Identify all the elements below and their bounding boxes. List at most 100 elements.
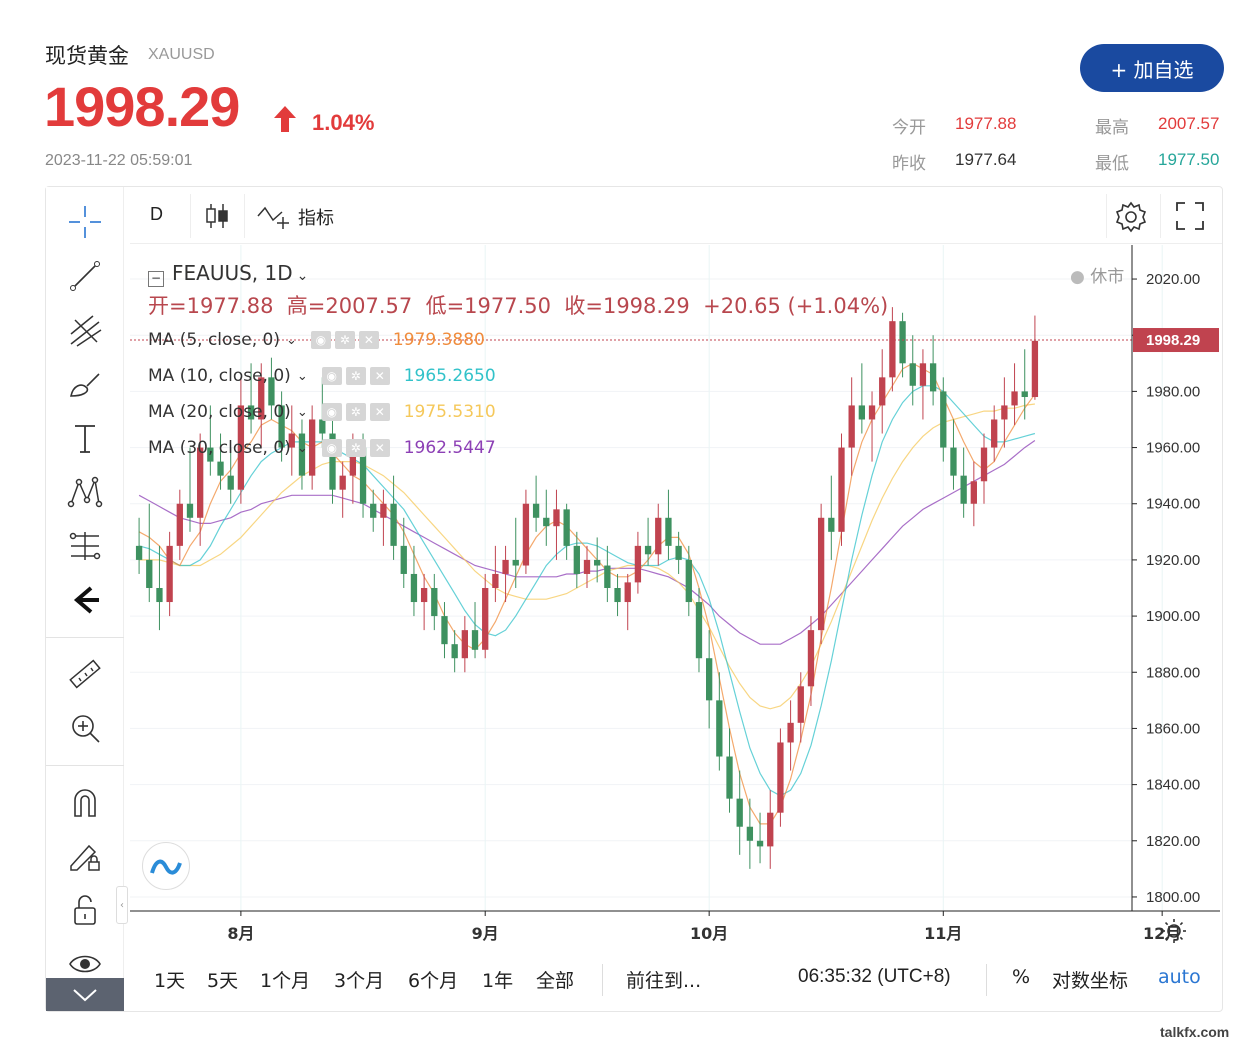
- ma-legend-row[interactable]: MA (20, close, 0) ⌄ ◉ ✲ ✕ 1975.5310: [148, 399, 496, 425]
- candle-body: [135, 545, 143, 560]
- price-tick-label: 1920.00: [1146, 552, 1200, 569]
- eye-icon[interactable]: ◉: [321, 439, 342, 457]
- candle-body: [909, 363, 916, 386]
- close-icon[interactable]: ✕: [369, 439, 390, 457]
- pattern-icon[interactable]: [64, 471, 106, 513]
- close-icon[interactable]: ✕: [369, 403, 390, 421]
- candle-body: [380, 503, 387, 518]
- candle-body: [522, 503, 530, 566]
- unlock-icon[interactable]: [64, 889, 106, 931]
- collapse-toolbar-handle[interactable]: ‹: [116, 886, 128, 924]
- candle-body: [767, 812, 774, 847]
- crosshair-icon[interactable]: [64, 201, 106, 243]
- candle-body: [624, 582, 631, 603]
- candle-body: [573, 545, 580, 574]
- text-tool-icon[interactable]: [64, 417, 106, 459]
- range-5d[interactable]: 5天: [207, 966, 238, 993]
- chevron-down-icon[interactable]: ⌄: [286, 333, 297, 348]
- close-icon[interactable]: ✕: [369, 367, 390, 385]
- price-tick-label: 1900.00: [1146, 608, 1200, 625]
- up-arrow-icon: [274, 106, 296, 132]
- chevron-down-icon[interactable]: ⌄: [297, 268, 309, 284]
- time-tick-label: 10月: [690, 924, 728, 943]
- candle-body: [502, 559, 509, 574]
- candle-body: [644, 545, 652, 555]
- chevron-down-icon[interactable]: ⌄: [297, 369, 308, 384]
- zoom-in-icon[interactable]: [64, 707, 106, 749]
- ma-legend-row[interactable]: MA (30, close, 0) ⌄ ◉ ✲ ✕ 1962.5447: [148, 435, 496, 461]
- chevron-down-icon[interactable]: ⌄: [297, 405, 308, 420]
- range-3m[interactable]: 3个月: [334, 966, 384, 993]
- ma-label: MA (30, close, 0): [148, 438, 291, 458]
- lock-drawing-icon[interactable]: [64, 835, 106, 877]
- settings-gear-icon[interactable]: [1114, 200, 1148, 234]
- market-status-text: 休市: [1090, 267, 1125, 287]
- price-tick-label: 1960.00: [1146, 440, 1200, 457]
- candle-body: [858, 405, 866, 420]
- brush-icon[interactable]: [64, 363, 106, 405]
- auto-scale-button[interactable]: auto: [1158, 966, 1201, 988]
- bottom-toolbar: 1天 5天 1个月 3个月 6个月 1年 全部 前往到... 06:35:32 …: [130, 952, 1222, 1008]
- time-tick-label: 11月: [924, 924, 962, 943]
- candle-body: [756, 840, 764, 847]
- eye-icon[interactable]: ◉: [310, 331, 331, 349]
- candle-body: [950, 447, 957, 476]
- candle-body: [970, 481, 977, 504]
- gear-icon[interactable]: ✲: [334, 331, 355, 349]
- pitchfork-icon[interactable]: [64, 309, 106, 351]
- price-tick-label: 1860.00: [1146, 720, 1200, 737]
- candle-body: [451, 644, 458, 659]
- candle-body: [543, 517, 550, 527]
- percent-scale-button[interactable]: %: [1012, 966, 1030, 988]
- ruler-icon[interactable]: [64, 653, 106, 695]
- collapse-legend-icon[interactable]: −: [148, 271, 164, 287]
- ma-legend-row[interactable]: MA (5, close, 0) ⌄ ◉ ✲ ✕ 1979.3880: [148, 327, 485, 353]
- ma-label: MA (5, close, 0): [148, 330, 280, 350]
- eye-icon[interactable]: ◉: [321, 403, 342, 421]
- back-arrow-icon[interactable]: [64, 579, 106, 621]
- range-all[interactable]: 全部: [536, 966, 574, 993]
- prev-close-label: 昨收: [892, 154, 926, 174]
- interval-button[interactable]: D: [150, 204, 163, 225]
- candle-body: [512, 559, 519, 566]
- ma-label: MA (20, close, 0): [148, 402, 291, 422]
- candle-body: [665, 517, 672, 546]
- range-1d[interactable]: 1天: [154, 966, 185, 993]
- legend-symbol[interactable]: − FEAUUS, 1D ⌄: [148, 261, 308, 287]
- time-tick-label: 12月: [1143, 924, 1181, 943]
- watermark: talkfx.com: [1160, 1024, 1230, 1040]
- ma-value: 1975.5310: [403, 402, 496, 422]
- instrument-name: 现货黄金: [45, 44, 129, 68]
- add-watchlist-button[interactable]: + 加自选: [1080, 44, 1224, 92]
- gear-icon[interactable]: ✲: [345, 403, 366, 421]
- chevron-down-icon[interactable]: ⌄: [297, 441, 308, 456]
- range-1m[interactable]: 1个月: [260, 966, 310, 993]
- trend-line-icon[interactable]: [64, 255, 106, 297]
- candle-type-icon[interactable]: [204, 202, 230, 230]
- log-scale-button[interactable]: 对数坐标: [1052, 966, 1128, 993]
- range-1y[interactable]: 1年: [482, 966, 513, 993]
- drawing-toolbar: [46, 187, 124, 1011]
- expand-toolbar-button[interactable]: [46, 978, 124, 1011]
- magnet-icon[interactable]: [64, 781, 106, 823]
- prev-close-value: 1977.64: [955, 150, 1017, 169]
- candle-body: [695, 602, 703, 659]
- candle-body: [583, 559, 591, 574]
- brand-logo-button[interactable]: [142, 842, 190, 890]
- candle-body: [1031, 340, 1039, 398]
- measure-range-icon[interactable]: [64, 525, 106, 567]
- candle-body: [991, 419, 998, 448]
- goto-date-button[interactable]: 前往到...: [626, 966, 701, 993]
- price-tick-label: 1880.00: [1146, 664, 1200, 681]
- eye-icon[interactable]: ◉: [321, 367, 342, 385]
- price-tick-label: 1820.00: [1146, 833, 1200, 850]
- gear-icon[interactable]: ✲: [345, 439, 366, 457]
- fullscreen-icon[interactable]: [1174, 200, 1206, 232]
- indicators-button[interactable]: 指标: [298, 204, 334, 230]
- close-icon[interactable]: ✕: [358, 331, 379, 349]
- ma-legend-row[interactable]: MA (10, close, 0) ⌄ ◉ ✲ ✕ 1965.2650: [148, 363, 496, 389]
- gear-icon[interactable]: ✲: [345, 367, 366, 385]
- clock-timezone[interactable]: 06:35:32 (UTC+8): [798, 966, 951, 988]
- candle-body: [400, 545, 407, 574]
- range-6m[interactable]: 6个月: [408, 966, 458, 993]
